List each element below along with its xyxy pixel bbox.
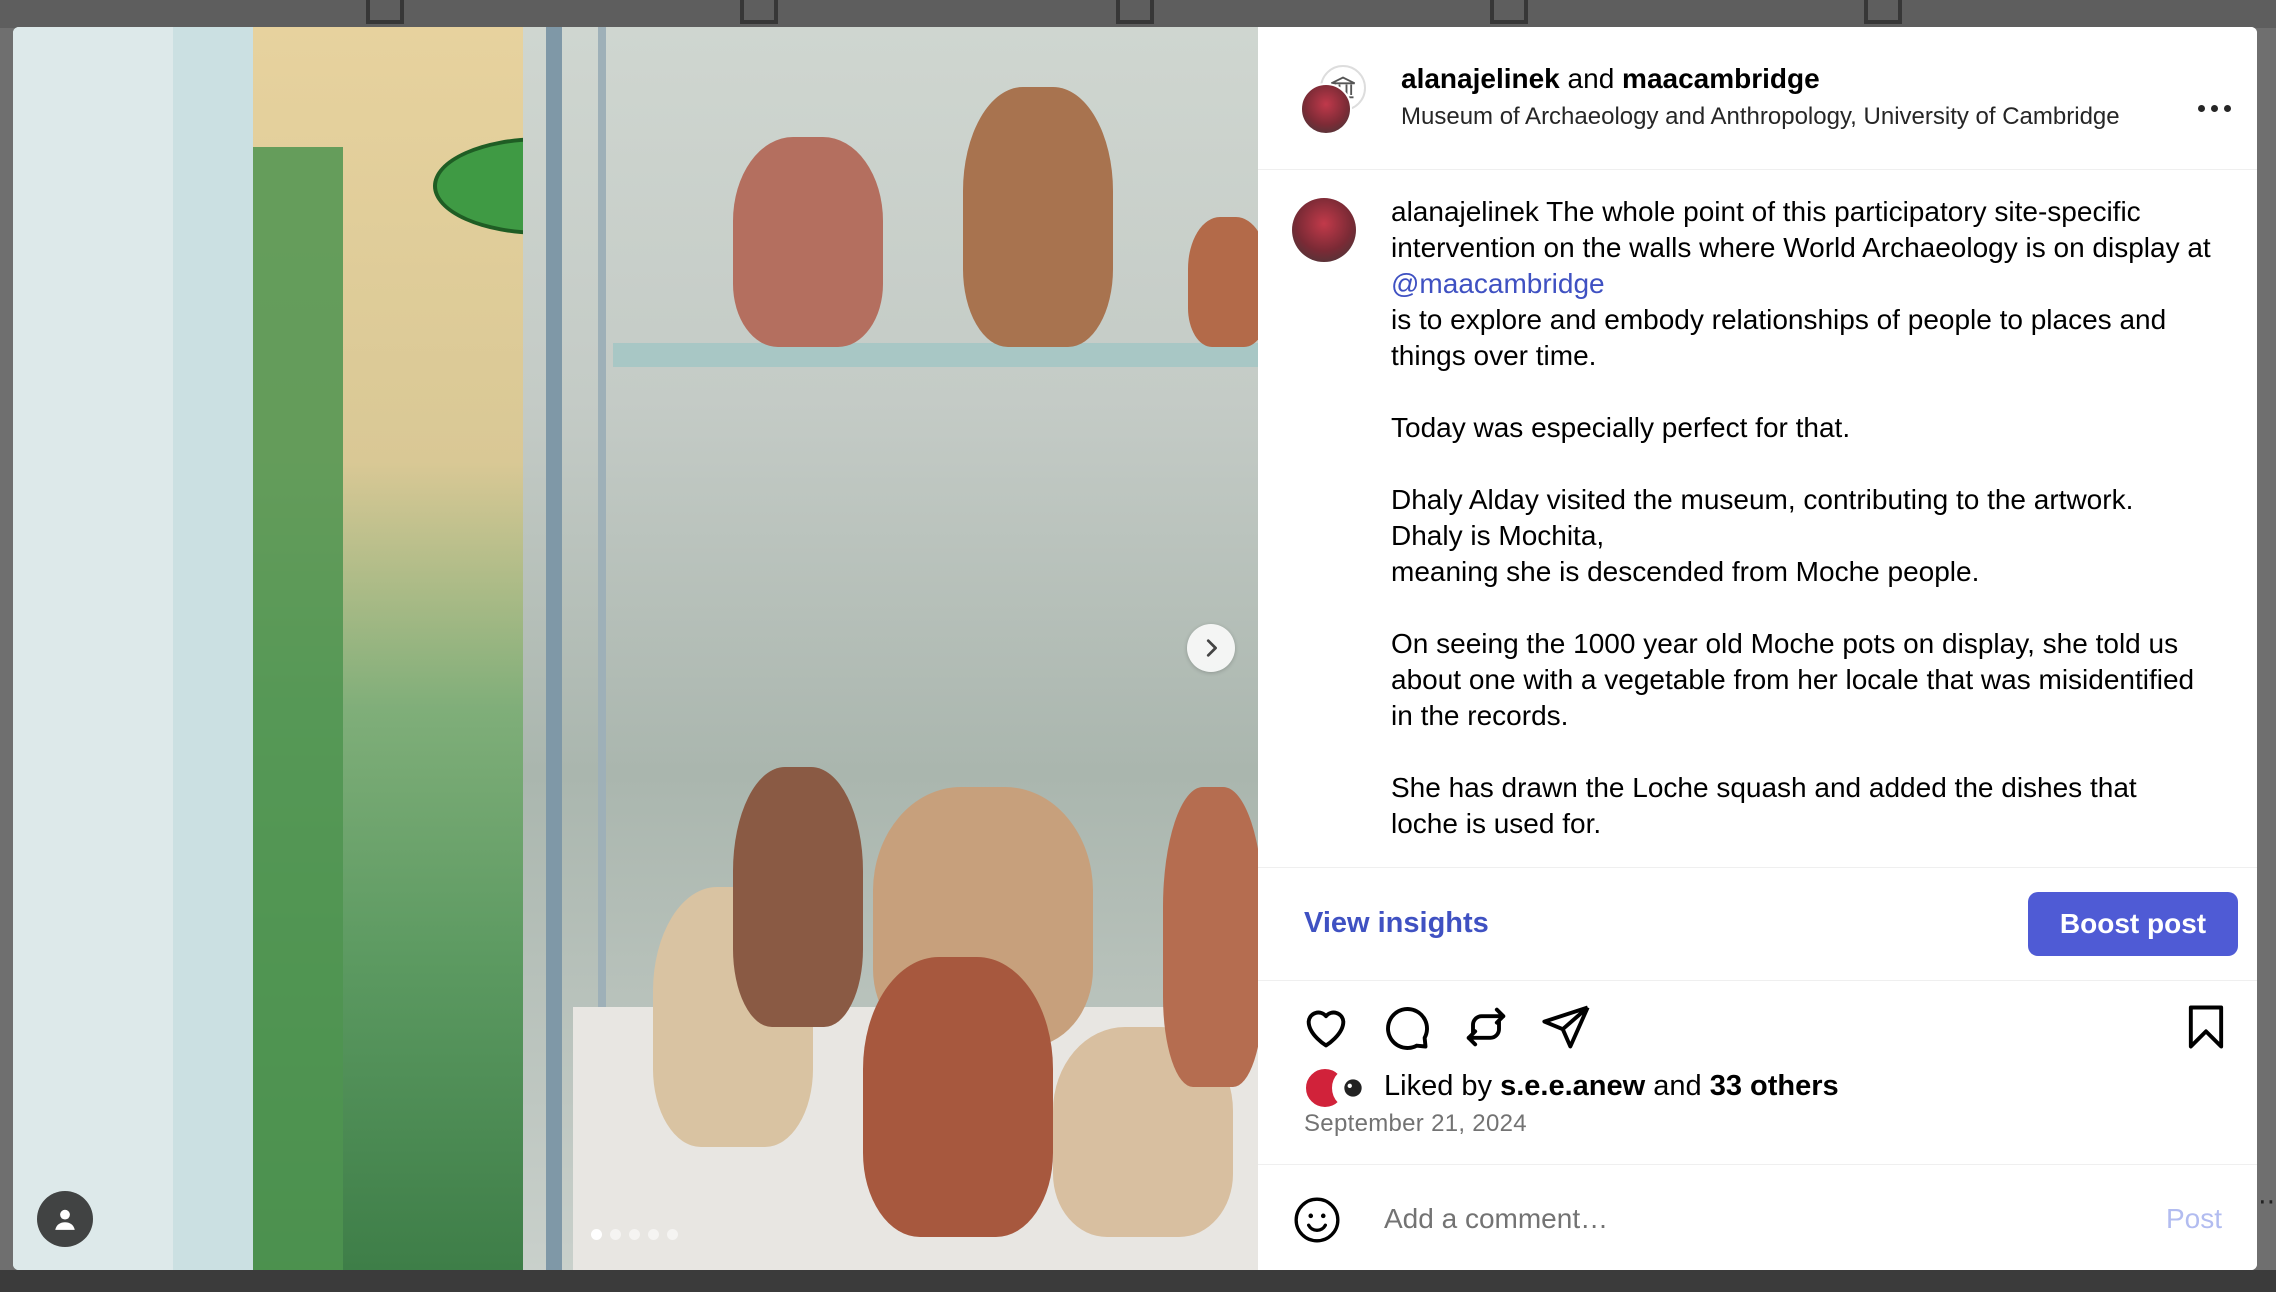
save-button[interactable] <box>2180 1001 2232 1053</box>
carousel-dot <box>591 1229 602 1240</box>
repost-button[interactable] <box>1460 1001 1512 1053</box>
reposts-icon <box>1490 0 1528 24</box>
caption-paragraph: is to explore and embody relationships o… <box>1391 304 2167 371</box>
background-more-icon: ⋯ <box>2258 1186 2276 1216</box>
caption-text: alanajelinek The whole point of this par… <box>1391 194 2211 867</box>
collab-avatars[interactable] <box>1300 65 1366 135</box>
liker-logo-icon <box>1344 1079 1362 1097</box>
boost-post-button[interactable]: Boost post <box>2028 892 2238 956</box>
avatar <box>1332 1067 1374 1109</box>
photo-pot <box>963 87 1113 347</box>
photo-case-shelf <box>613 343 1258 367</box>
liker-username[interactable]: s.e.e.anew <box>1500 1070 1645 1103</box>
saved-icon <box>1116 0 1154 24</box>
caption-paragraph: meaning she is descended from Moche peop… <box>1391 556 1980 587</box>
carousel-dot <box>610 1229 621 1240</box>
more-icon <box>2198 105 2205 112</box>
photo-case-frame <box>546 27 562 1270</box>
grid-icon <box>366 0 404 24</box>
share-button[interactable] <box>1540 1001 1592 1053</box>
photo-mural-foliage <box>253 147 343 1270</box>
comment-button[interactable] <box>1380 1001 1432 1053</box>
comment-input[interactable] <box>1382 1195 2086 1243</box>
carousel-next-button[interactable] <box>1187 624 1235 672</box>
caption-paragraph: Today was especially perfect for that. <box>1391 412 1851 443</box>
caption-paragraph: On seeing the 1000 year old Moche pots o… <box>1391 628 2195 731</box>
background-grid-strip <box>0 1270 2276 1292</box>
mention-link[interactable]: @maacambridge <box>1391 268 1605 299</box>
avatar[interactable] <box>1292 198 1356 262</box>
repost-icon <box>1466 1007 1506 1047</box>
caption-scroll-area[interactable]: alanajelinek The whole point of this par… <box>1258 170 2257 867</box>
carousel-dot <box>648 1229 659 1240</box>
user-tag-icon <box>55 1209 75 1230</box>
more-options-button[interactable] <box>2198 105 2234 117</box>
emoji-button[interactable] <box>1292 1195 1342 1245</box>
post-header: alanajelinek and maacambridge Museum of … <box>1258 27 2257 170</box>
caption-paragraph: She has drawn the Loche squash and added… <box>1391 772 2137 839</box>
post-actions <box>1258 981 2257 1071</box>
photo-wall-text <box>17 157 167 195</box>
background-tabbar <box>0 0 2276 28</box>
comment-composer: Post <box>1258 1164 2257 1270</box>
photo-pot <box>1188 217 1258 347</box>
more-icon-dot <box>2211 105 2218 112</box>
likes-connector: and <box>1653 1069 1702 1102</box>
caption-username[interactable]: alanajelinek <box>1391 196 1539 227</box>
emoji-icon <box>1294 1197 1340 1243</box>
like-button[interactable] <box>1300 1001 1352 1053</box>
liker-avatars <box>1304 1065 1378 1109</box>
more-icon-dot <box>2224 105 2231 112</box>
post-details-panel: alanajelinek and maacambridge Museum of … <box>1258 27 2257 1270</box>
photo-pot <box>1163 787 1258 1087</box>
tagged-users-button[interactable] <box>37 1191 93 1247</box>
avatar-alanajelinek <box>1300 83 1352 135</box>
author-link[interactable]: alanajelinek <box>1401 63 1560 94</box>
caption-paragraph: Dhaly is Mochita, <box>1391 520 1605 551</box>
likes-prefix: Liked by <box>1384 1069 1493 1102</box>
location-link[interactable]: Museum of Archaeology and Anthropology, … <box>1401 103 2120 131</box>
reels-icon <box>740 0 778 24</box>
likes-summary[interactable]: Liked by s.e.e.anew and 33 others <box>1304 1065 1839 1109</box>
heart-icon <box>1306 1010 1346 1048</box>
caption-paragraph: Dhaly Alday visited the museum, contribu… <box>1391 484 2134 515</box>
share-icon <box>1542 1005 1590 1049</box>
post-comment-button[interactable]: Post <box>2166 1203 2222 1235</box>
chevron-right-icon <box>1206 639 1217 657</box>
carousel-dot <box>667 1229 678 1240</box>
author-link[interactable]: maacambridge <box>1622 63 1820 94</box>
comment-icon <box>1386 1007 1429 1050</box>
post-modal: alanajelinek and maacambridge Museum of … <box>13 27 2257 1270</box>
photo-pot <box>733 767 863 1027</box>
post-date[interactable]: September 21, 2024 <box>1304 1110 1527 1138</box>
carousel-indicator <box>591 1229 678 1240</box>
post-media[interactable] <box>13 27 1258 1270</box>
post-authors: alanajelinek and maacambridge <box>1401 63 1820 95</box>
bookmark-icon <box>2188 1005 2224 1049</box>
photo-pot <box>733 137 883 347</box>
carousel-dot <box>629 1229 640 1240</box>
photo-pot <box>863 957 1053 1237</box>
authors-connector: and <box>1567 63 1615 94</box>
insights-row: View insights Boost post <box>1258 867 2257 981</box>
view-insights-link[interactable]: View insights <box>1304 907 1489 940</box>
tagged-icon <box>1864 0 1902 24</box>
photo-wall-sign <box>13 27 173 1270</box>
likes-others-link[interactable]: 33 others <box>1710 1070 1839 1103</box>
